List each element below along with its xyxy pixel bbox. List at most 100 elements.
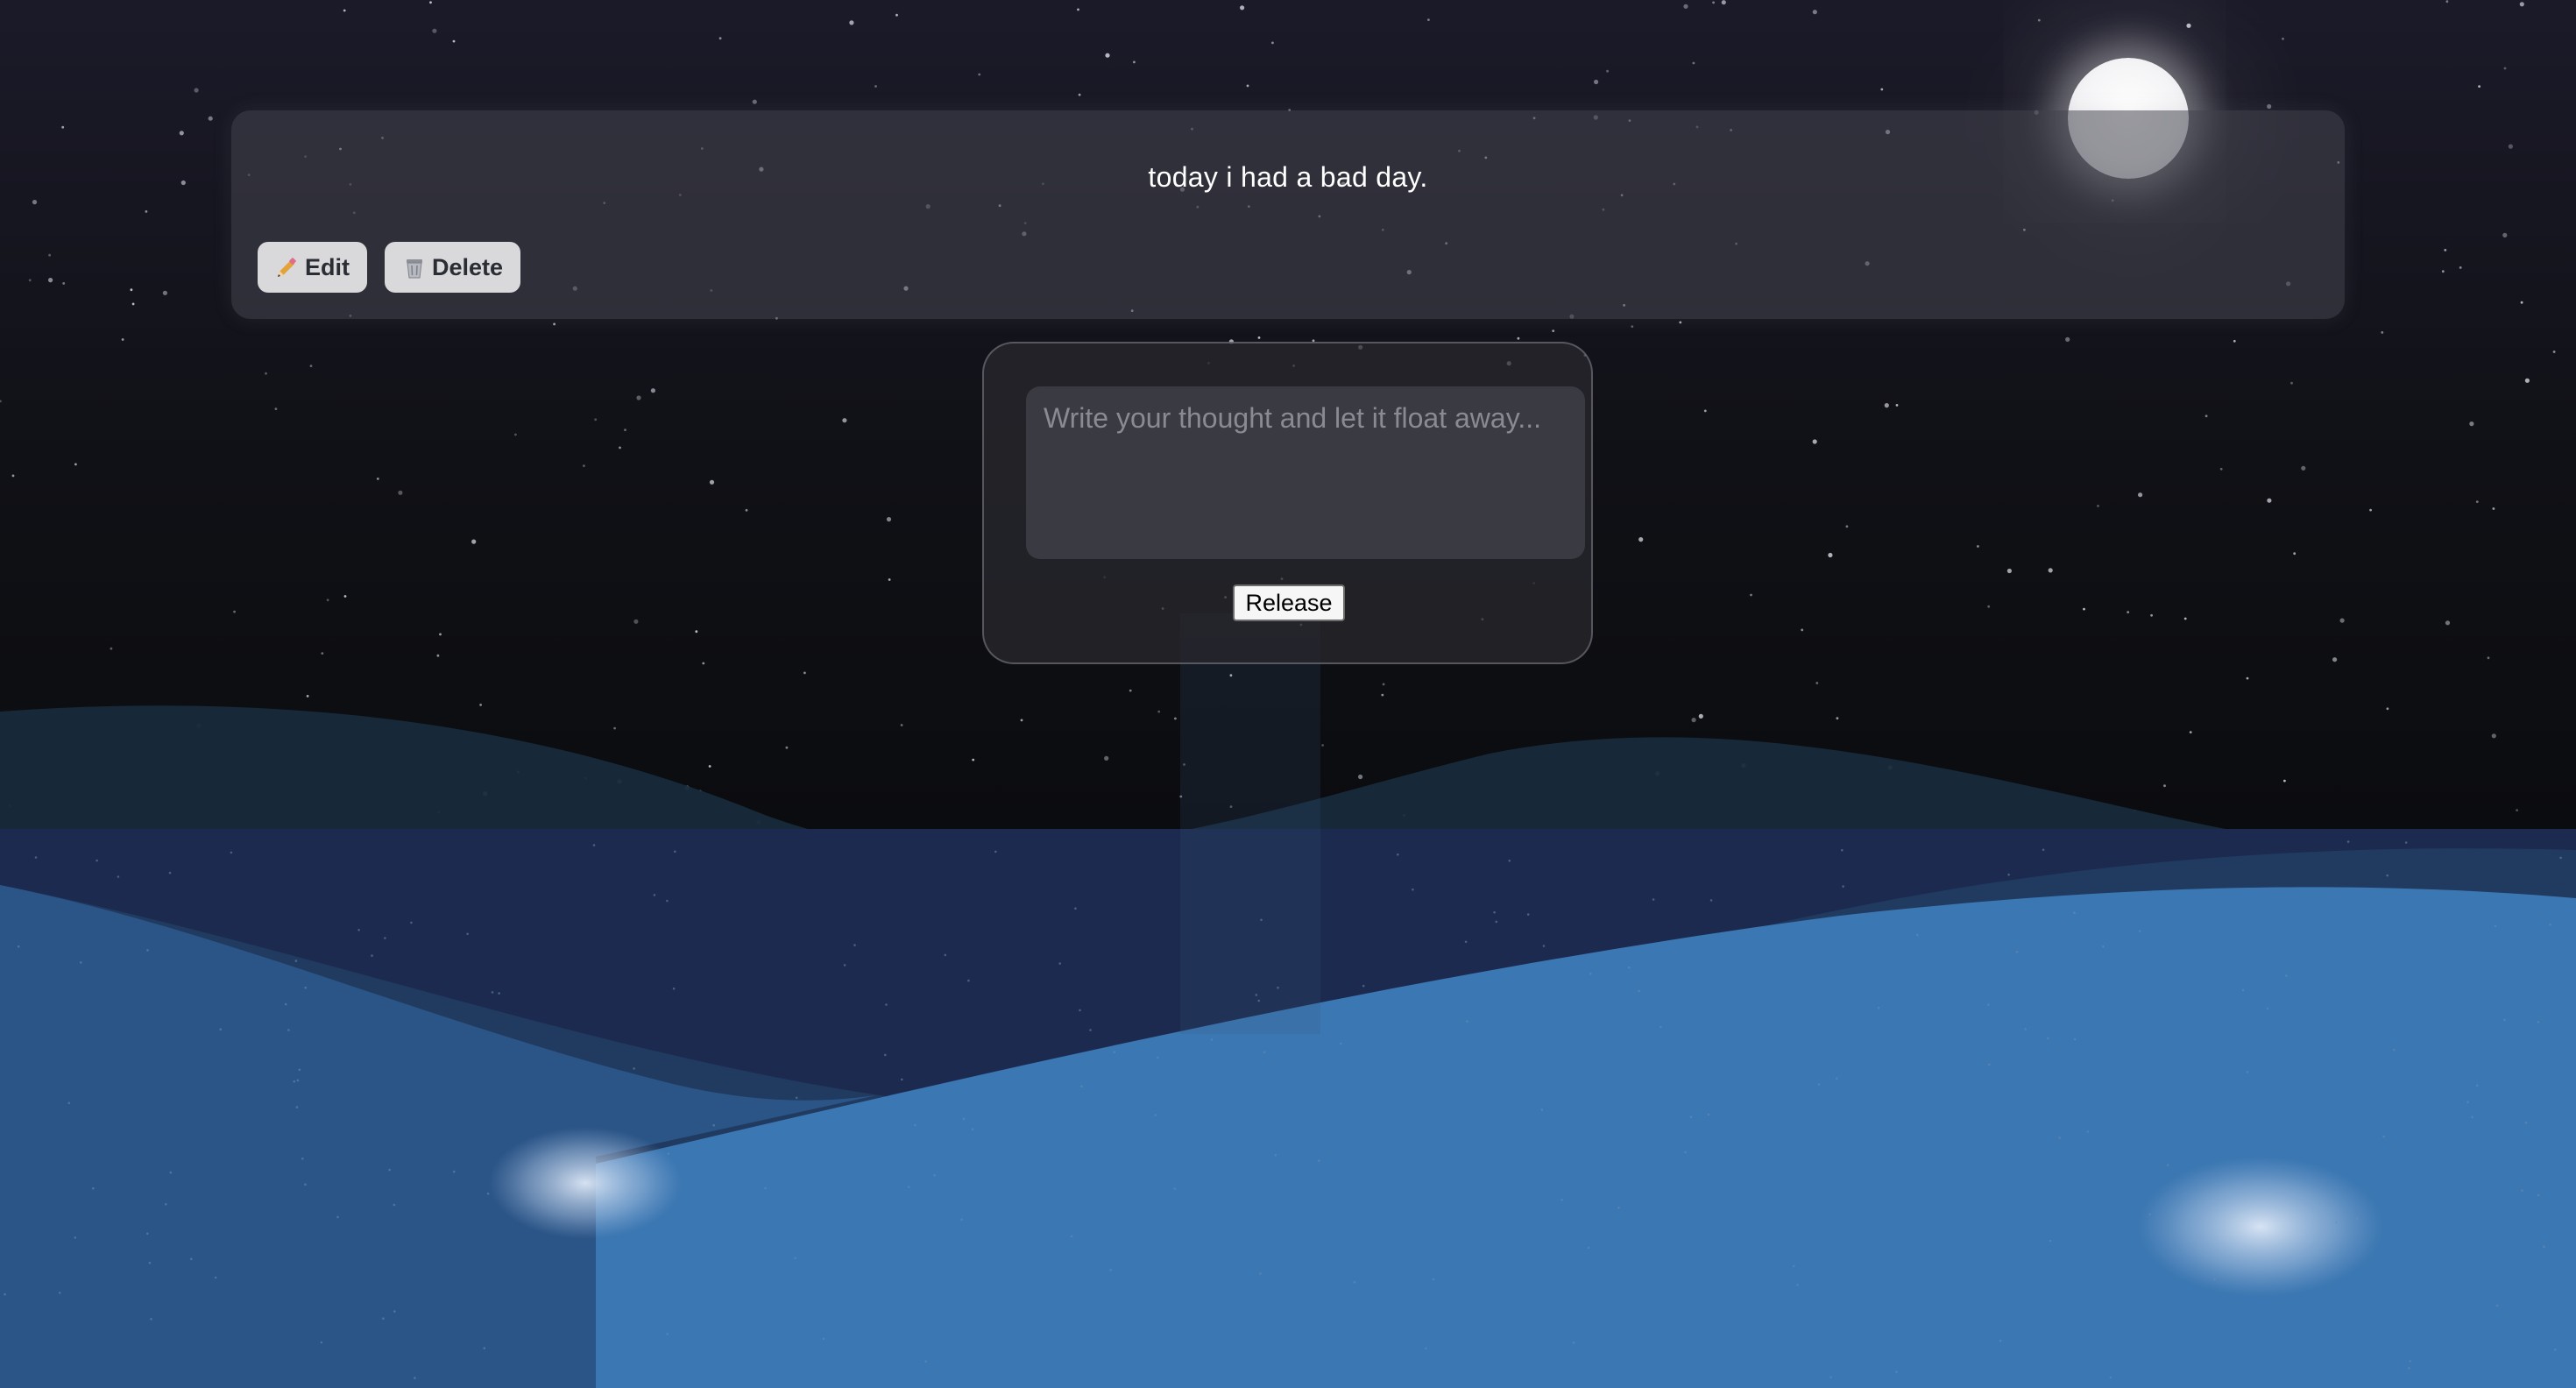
water-speckle xyxy=(294,960,298,962)
water-speckle xyxy=(914,1123,916,1127)
water-speckle xyxy=(357,929,360,931)
star xyxy=(2127,611,2130,613)
water-speckle xyxy=(1689,1115,1693,1118)
water-speckle xyxy=(486,1192,490,1195)
water-speckle xyxy=(971,1128,974,1130)
water-speckle xyxy=(498,992,500,995)
water-speckle xyxy=(2213,1278,2216,1281)
water-speckle xyxy=(2102,945,2105,948)
release-button[interactable]: Release xyxy=(1233,584,1345,621)
water-speckle xyxy=(1540,1108,1544,1111)
water-speckle xyxy=(2386,874,2388,877)
water-speckle xyxy=(960,1218,963,1221)
star xyxy=(2516,809,2519,811)
star xyxy=(2006,568,2012,574)
water-speckle xyxy=(169,1171,173,1174)
water-speckle xyxy=(1709,899,1713,902)
water-speckle xyxy=(674,850,676,853)
water-speckle xyxy=(1079,1009,1081,1012)
delete-button[interactable]: Delete xyxy=(385,242,521,293)
thought-input[interactable] xyxy=(1026,386,1585,559)
water-speckle xyxy=(2285,974,2288,977)
star xyxy=(2478,85,2481,88)
water-speckle xyxy=(2049,1239,2052,1243)
edit-button-label: Edit xyxy=(305,253,350,280)
star xyxy=(2445,0,2449,4)
star xyxy=(745,508,748,512)
water-speckle xyxy=(295,1106,299,1108)
water-speckle xyxy=(414,1377,416,1379)
star xyxy=(803,671,806,675)
water-speckle xyxy=(2346,840,2350,843)
water-speckle xyxy=(452,1170,456,1173)
star xyxy=(619,446,621,450)
star xyxy=(2332,657,2338,662)
star xyxy=(514,433,517,436)
star xyxy=(1836,717,1839,720)
water-speckle xyxy=(1255,994,1258,996)
water-speckle xyxy=(1877,1007,1880,1009)
water-speckle xyxy=(2404,841,2408,844)
water-speckle xyxy=(2537,1020,2540,1023)
water-speckle xyxy=(1796,1284,1799,1286)
water-speckle xyxy=(1617,1206,1620,1209)
water-speckle xyxy=(2024,1028,2027,1030)
star xyxy=(321,652,324,655)
water-speckle xyxy=(994,850,997,853)
water-speckle xyxy=(1652,898,1655,901)
water-speckle xyxy=(1259,1272,1262,1275)
star xyxy=(888,578,891,581)
star xyxy=(1801,628,1804,632)
star xyxy=(61,125,65,129)
star xyxy=(398,490,403,495)
water-speckle xyxy=(712,1123,715,1127)
water-speckle xyxy=(491,991,494,994)
water-speckle xyxy=(1058,962,1061,965)
water-speckle xyxy=(2408,1367,2410,1370)
star xyxy=(2502,232,2508,237)
star xyxy=(2290,381,2293,385)
edit-button[interactable]: Edit xyxy=(258,242,367,293)
star xyxy=(2445,620,2451,626)
star xyxy=(1257,336,1261,339)
water-speckle xyxy=(2356,1217,2359,1221)
water-speckle xyxy=(466,932,469,936)
star xyxy=(343,9,346,12)
water-speckle xyxy=(2015,951,2019,953)
star xyxy=(1077,8,1079,11)
water-speckle xyxy=(1362,984,1365,988)
star xyxy=(1845,525,1849,528)
star xyxy=(2204,414,2208,418)
water-speckle xyxy=(1464,940,1468,944)
star xyxy=(1828,552,1833,558)
water-speckle xyxy=(2266,1007,2269,1010)
star xyxy=(2183,617,2187,620)
water-speckle xyxy=(2503,1018,2506,1022)
water-speckle xyxy=(843,964,846,967)
star xyxy=(1895,404,1899,407)
water-speckle xyxy=(933,1173,936,1177)
water-speckle xyxy=(1999,1339,2002,1342)
water-speckle xyxy=(1493,910,1496,914)
water-speckle xyxy=(1560,1199,1563,1201)
water-speckle xyxy=(764,1186,767,1190)
star xyxy=(624,428,626,431)
water-speckle xyxy=(1109,1269,1112,1271)
water-speckle xyxy=(1257,999,1260,1002)
star xyxy=(972,758,975,761)
star xyxy=(1698,713,1703,719)
star xyxy=(709,479,715,485)
star xyxy=(708,765,711,768)
water-speckle xyxy=(293,1080,296,1083)
thought-card: today i had a bad day. Edit Delete xyxy=(231,110,2345,319)
star xyxy=(2386,707,2389,711)
star xyxy=(1880,88,1884,91)
star xyxy=(110,647,113,650)
star xyxy=(2189,731,2192,733)
water-speckle xyxy=(2543,1245,2545,1248)
star xyxy=(2339,618,2345,623)
star xyxy=(2283,779,2286,783)
star xyxy=(1679,321,1682,324)
water-speckle xyxy=(885,1003,888,1006)
star xyxy=(145,210,148,213)
